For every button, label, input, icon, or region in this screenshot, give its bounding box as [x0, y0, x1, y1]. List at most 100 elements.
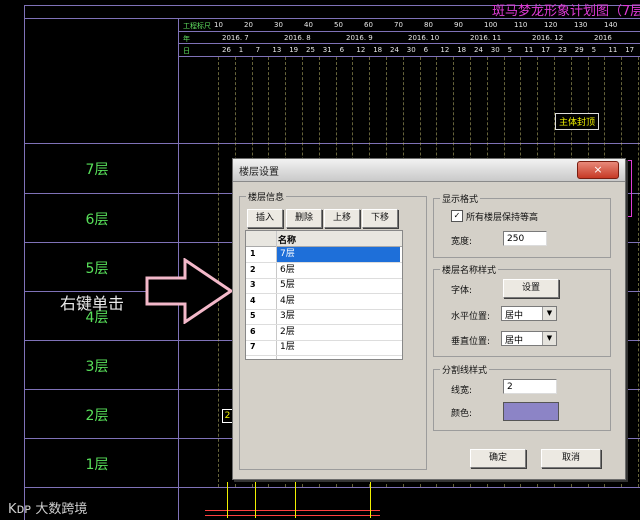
floor-label-5: 5层	[85, 261, 109, 277]
row-name-cell[interactable]: 3层	[277, 309, 400, 324]
header-cell: 18	[373, 46, 383, 54]
name-style-label: 楼层名称样式	[440, 263, 499, 276]
row-index: 6	[250, 326, 256, 336]
header-cell: 130	[574, 21, 588, 29]
insert-button[interactable]: 插入	[247, 209, 283, 228]
header-cell: 17	[541, 46, 551, 54]
row-index: 3	[250, 280, 256, 289]
header-cell: 5	[507, 46, 513, 54]
header-line-2	[178, 43, 640, 44]
header-line-4	[24, 143, 640, 144]
row-index: 5	[250, 311, 256, 320]
header-cell: 11	[608, 46, 618, 54]
header-cell: 70	[394, 21, 403, 29]
header-cell: 2016. 12	[532, 34, 564, 42]
font-settings-button[interactable]: 设置	[503, 279, 559, 298]
header-cell: 6	[339, 46, 345, 54]
divider-style-label: 分割线样式	[440, 363, 490, 376]
chart-title: 斑马梦龙形象计划图（7层	[492, 4, 640, 19]
milestone-label: 主体封顶	[555, 113, 600, 130]
header-cell: 140	[604, 21, 618, 29]
bottom-tasks	[205, 480, 385, 520]
header-cell: 110	[514, 21, 528, 29]
floor-label-1: 1层	[85, 457, 109, 473]
header-cell: 24	[474, 46, 483, 54]
header-cell: 6	[423, 46, 429, 54]
font-label: 字体:	[451, 286, 473, 296]
header-cell: 2016. 8	[284, 34, 311, 42]
floor-table[interactable]: 名称 1 7层 2 6层 3 5层 4 4层 5 3层 6 2层 7 1层	[245, 230, 403, 360]
row-name-cell[interactable]: 1层	[277, 340, 400, 355]
header-cell: 30	[406, 46, 416, 54]
header-cell: 50	[334, 21, 343, 29]
table-row[interactable]: 6 2层	[246, 325, 402, 341]
floor-label-7: 7层	[85, 162, 109, 178]
watermark-text: 大数跨境	[35, 502, 88, 517]
table-row[interactable]: 5 3层	[246, 309, 402, 325]
color-swatch-button[interactable]	[503, 402, 559, 421]
table-row[interactable]: 7 1层	[246, 340, 402, 356]
display-format-label: 显示格式	[440, 192, 481, 205]
equal-height-label: 所有楼层保持等高	[466, 213, 539, 223]
header-cell: 19	[289, 46, 299, 54]
width-label: 宽度:	[451, 237, 473, 247]
row-index: 2	[250, 264, 256, 274]
name-column-header: 名称	[278, 236, 297, 246]
header-cell: 23	[558, 46, 567, 54]
line-width-input[interactable]: 2	[503, 379, 557, 394]
h-align-label: 水平位置:	[451, 312, 491, 322]
frame-left	[24, 5, 25, 520]
header-cell: 2016	[594, 34, 612, 42]
move-up-button[interactable]: 上移	[324, 209, 360, 228]
row-index: 1	[250, 249, 256, 258]
header-cell: 29	[574, 46, 584, 54]
v-align-select[interactable]: 居中 ▼	[501, 331, 557, 346]
right-click-annotation: 右键单击	[60, 294, 125, 313]
arrow-right-icon	[145, 258, 233, 324]
header-cell: 80	[424, 21, 433, 29]
floor-label-2: 2层	[85, 408, 109, 424]
header-cell: 18	[457, 46, 467, 54]
table-row[interactable]: 3 5层	[246, 278, 402, 294]
cancel-button[interactable]: 取消	[541, 449, 601, 468]
table-header: 名称	[246, 231, 402, 247]
row-name-cell[interactable]: 2层	[277, 325, 400, 340]
header-cell: 100	[484, 21, 498, 29]
header-cell: 20	[244, 21, 253, 29]
header-cell: 13	[272, 46, 282, 54]
h-align-select[interactable]: 居中 ▼	[501, 306, 557, 321]
row-name-cell[interactable]: 7层	[277, 247, 400, 262]
chevron-down-icon: ▼	[542, 332, 556, 345]
move-down-button[interactable]: 下移	[362, 209, 398, 228]
h-align-value: 居中	[505, 311, 524, 321]
header-label-day: 日	[183, 47, 190, 55]
header-cell: 24	[390, 46, 399, 54]
header-cell: 120	[544, 21, 558, 29]
header-cell: 17	[625, 46, 635, 54]
header-cell: 11	[524, 46, 534, 54]
header-cell: 2016. 11	[470, 34, 502, 42]
row-name-cell[interactable]: 4层	[277, 294, 400, 309]
table-row[interactable]: 2 6层	[246, 263, 402, 279]
delete-button[interactable]: 删除	[286, 209, 322, 228]
row-name-cell[interactable]: 6层	[277, 263, 400, 278]
width-input[interactable]: 250	[503, 231, 547, 246]
table-row[interactable]: 4 4层	[246, 294, 402, 310]
chevron-down-icon: ▼	[542, 307, 556, 320]
dialog-titlebar[interactable]: 楼层设置 ×	[233, 159, 625, 182]
equal-height-checkbox[interactable]: ✓	[451, 210, 463, 222]
header-cell: 1	[238, 46, 244, 54]
close-button[interactable]: ×	[577, 161, 619, 179]
floor-label-6: 6层	[85, 212, 109, 228]
header-cell: 2016. 7	[222, 34, 249, 42]
row-name-cell[interactable]: 5层	[277, 278, 400, 293]
table-row[interactable]: 1 7层	[246, 247, 402, 263]
header-cell: 40	[304, 21, 313, 29]
floor-settings-dialog: 楼层设置 × 楼层信息 插入 删除 上移 下移 名称 1 7层 2 6层 3 5层 4 4层 5…	[232, 158, 626, 480]
ok-button[interactable]: 确定	[470, 449, 526, 468]
header-cell: 10	[214, 21, 223, 29]
v-align-value: 居中	[505, 336, 524, 346]
grid-dash	[638, 57, 639, 487]
v-align-label: 垂直位置:	[451, 337, 491, 347]
header-cell: 2016. 9	[346, 34, 373, 42]
